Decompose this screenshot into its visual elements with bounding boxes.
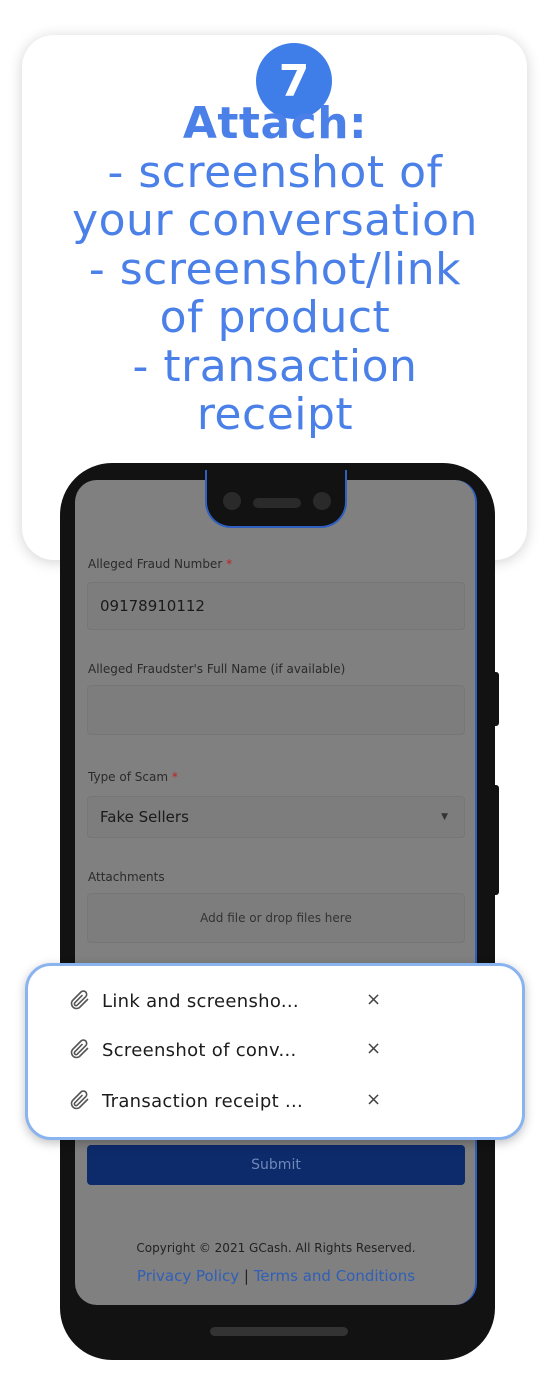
- terms-link[interactable]: Terms and Conditions: [254, 1267, 415, 1285]
- title-line: - screenshot of: [107, 146, 443, 198]
- remove-file-button[interactable]: ×: [366, 1089, 381, 1110]
- title-line: - screenshot/link: [88, 243, 462, 295]
- title-line: receipt: [196, 389, 354, 440]
- step-title: Attach: - screenshot of your conversatio…: [0, 98, 550, 440]
- home-indicator: [210, 1327, 348, 1336]
- copyright-text: Copyright © 2021 GCash. All Rights Reser…: [136, 1241, 416, 1255]
- submit-button[interactable]: Submit: [87, 1145, 465, 1185]
- scam-type-label: Type of Scam *: [88, 770, 178, 784]
- camera-icon: [223, 492, 241, 510]
- remove-file-button[interactable]: ×: [366, 1038, 381, 1059]
- scam-type-value: Fake Sellers: [100, 808, 189, 826]
- title-line: your conversation: [72, 195, 478, 246]
- camera-icon: [313, 492, 331, 510]
- footer-links: Privacy Policy | Terms and Conditions: [75, 1267, 477, 1285]
- attached-file: Link and screensho...: [68, 989, 299, 1013]
- privacy-policy-link[interactable]: Privacy Policy: [137, 1267, 239, 1285]
- paperclip-icon: [70, 1090, 89, 1110]
- file-name: Link and screensho...: [102, 990, 299, 1012]
- attachments-label: Attachments: [88, 870, 165, 884]
- file-name: Screenshot of conv...: [102, 1039, 297, 1061]
- speaker-icon: [253, 498, 301, 508]
- fraud-number-label: Alleged Fraud Number *: [88, 557, 233, 571]
- attached-files-panel: Link and screensho... × Screenshot of co…: [25, 963, 525, 1140]
- title-line: of product: [159, 292, 391, 343]
- fraudster-name-label: Alleged Fraudster's Full Name (if availa…: [88, 662, 346, 676]
- title-line: - transaction: [132, 340, 418, 392]
- file-name: Transaction receipt ...: [102, 1090, 304, 1112]
- dropdown-arrow-icon: ▼: [441, 812, 448, 822]
- phone-notch: [205, 470, 347, 528]
- remove-file-button[interactable]: ×: [366, 989, 381, 1010]
- paperclip-icon: [70, 990, 89, 1010]
- scam-type-select[interactable]: Fake Sellers ▼: [87, 796, 465, 838]
- phone-side-button: [493, 672, 499, 726]
- separator: |: [243, 1267, 249, 1285]
- fraud-number-input[interactable]: 09178910112: [87, 582, 465, 630]
- paperclip-icon: [70, 1039, 89, 1059]
- attached-file: Screenshot of conv...: [68, 1038, 297, 1062]
- attached-file: Transaction receipt ...: [68, 1089, 303, 1113]
- title-line: Attach:: [182, 98, 368, 149]
- phone-side-button: [493, 785, 499, 895]
- file-dropzone[interactable]: Add file or drop files here: [87, 893, 465, 943]
- fraudster-name-input[interactable]: [87, 685, 465, 735]
